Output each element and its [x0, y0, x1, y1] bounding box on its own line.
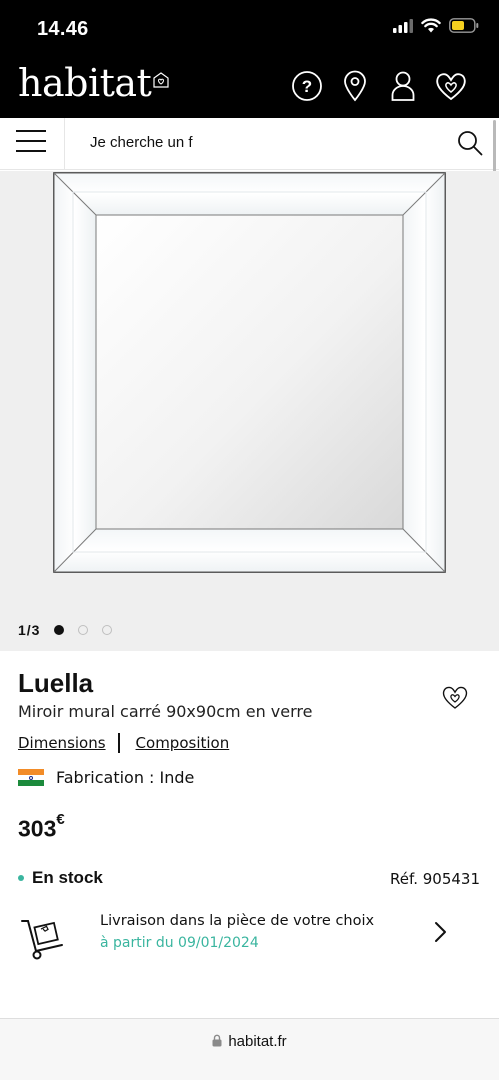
cellular-signal-icon — [393, 18, 413, 37]
delivery-date: à partir du 09/01/2024 — [100, 935, 259, 951]
browser-address-bar[interactable]: habitat.fr — [0, 1018, 499, 1080]
price-currency: € — [56, 811, 65, 828]
gallery-counter: 1/3 — [18, 622, 41, 638]
search-divider — [64, 118, 65, 170]
battery-icon — [449, 18, 479, 37]
price-value: 303 — [18, 815, 57, 842]
status-icons — [393, 18, 479, 37]
store-locator-icon[interactable] — [337, 68, 373, 104]
gallery-dot-1[interactable] — [54, 625, 65, 635]
product-image-mirror — [53, 172, 446, 573]
search-icon[interactable] — [457, 130, 483, 160]
delivery-option[interactable]: Livraison dans la pièce de votre choix à… — [0, 905, 499, 965]
wifi-icon — [421, 18, 441, 37]
product-description: Miroir mural carré 90x90cm en verre — [18, 702, 313, 721]
gallery-dot-2[interactable] — [78, 625, 89, 635]
gallery-dot-3[interactable] — [102, 625, 113, 635]
browser-url[interactable]: habitat.fr — [0, 1033, 499, 1051]
dimensions-link[interactable]: Dimensions — [18, 734, 106, 752]
header-actions: ? — [289, 68, 469, 104]
search-input[interactable] — [90, 134, 420, 151]
composition-link[interactable]: Composition — [136, 734, 230, 752]
origin-text: Fabrication : Inde — [56, 768, 195, 787]
status-time: 14.46 — [37, 18, 89, 40]
add-to-wishlist-icon[interactable] — [441, 684, 469, 714]
url-text: habitat.fr — [228, 1033, 287, 1050]
svg-text:?: ? — [302, 77, 312, 96]
chevron-right-icon[interactable] — [433, 921, 447, 947]
links-divider — [117, 733, 120, 753]
status-bar: 14.46 — [0, 0, 499, 56]
product-links: Dimensions Composition — [18, 733, 229, 753]
stock-text: En stock — [32, 868, 103, 887]
wishlist-icon[interactable] — [433, 68, 469, 104]
delivery-hand-truck-icon — [18, 915, 68, 965]
menu-icon[interactable] — [16, 130, 46, 156]
lock-icon — [212, 1034, 222, 1051]
habitat-logo[interactable]: habitat — [18, 64, 152, 102]
stock-dot-icon — [18, 875, 24, 881]
site-header: habitat ? — [0, 56, 499, 118]
product-reference: Réf. 905431 — [390, 870, 480, 888]
delivery-title: Livraison dans la pièce de votre choix — [100, 913, 375, 929]
product-name: Luella — [18, 668, 94, 698]
account-icon[interactable] — [385, 68, 421, 104]
logo-heart-house-icon — [152, 71, 170, 93]
product-origin: Fabrication : Inde — [18, 768, 194, 787]
stock-status: En stock — [18, 868, 103, 888]
india-flag-icon — [18, 769, 44, 787]
product-price: 303€ — [18, 811, 65, 843]
gallery-pager: 1/3 — [18, 622, 113, 638]
search-bar — [0, 118, 499, 170]
help-icon[interactable]: ? — [289, 68, 325, 104]
product-gallery[interactable]: 1/3 — [0, 171, 499, 651]
